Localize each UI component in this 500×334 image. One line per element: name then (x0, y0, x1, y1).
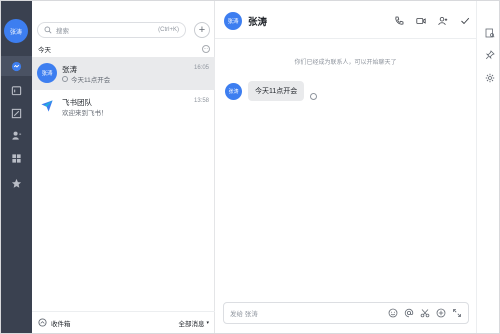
nav-contacts-icon[interactable] (1, 125, 32, 145)
unread-status-icon (62, 76, 68, 82)
header-actions (393, 15, 470, 26)
section-header: 今天 ⋯ (38, 44, 210, 54)
caret-down-icon: ▾ (206, 319, 209, 326)
composer-input[interactable]: 发给 张涛 (230, 308, 388, 318)
search-icon (44, 26, 52, 34)
inbox-link[interactable]: 收件箱 (38, 318, 71, 328)
checkmark-icon[interactable] (459, 15, 470, 26)
chat-time: 13:58 (193, 98, 209, 104)
search-input[interactable]: 搜索 (Ctrl+K) (37, 22, 186, 38)
add-attachment-icon[interactable] (436, 308, 446, 318)
nav-docs-icon[interactable] (1, 103, 32, 123)
expand-icon[interactable] (452, 308, 462, 318)
composer-tools (388, 308, 462, 318)
message-avatar[interactable]: 张涛 (225, 82, 242, 100)
plus-icon: + (198, 23, 206, 36)
nav-rail: 张涛 (1, 1, 32, 333)
inbox-icon (38, 318, 47, 327)
conversation-avatar[interactable]: 张涛 (224, 12, 242, 30)
video-call-icon[interactable] (415, 15, 426, 26)
settings-gear-icon[interactable] (484, 72, 496, 84)
list-footer: 收件箱 全部消息 ▾ (32, 311, 215, 333)
user-avatar[interactable]: 张涛 (4, 19, 28, 43)
utility-sidebar (476, 1, 499, 333)
chat-avatar: 张涛 (37, 63, 57, 83)
inbox-label: 收件箱 (51, 320, 71, 328)
search-bar: 搜索 (Ctrl+K) + (37, 22, 218, 38)
mention-icon[interactable] (404, 308, 414, 318)
chat-preview: 今天11点开会 (62, 74, 110, 84)
message-filter-label: 全部消息 (178, 320, 205, 328)
message-bubble[interactable]: 今天11点开会 (248, 81, 305, 101)
section-title: 今天 (38, 47, 51, 54)
chat-preview-text: 今天11点开会 (71, 77, 111, 84)
phone-icon[interactable] (393, 15, 404, 26)
search-placeholder: 搜索 (56, 28, 69, 35)
message-row: 张涛 今天11点开会 (225, 81, 318, 101)
nav-favorites-icon[interactable] (1, 173, 32, 193)
chat-preview-text: 欢迎来到飞书！ (62, 110, 108, 117)
add-member-icon[interactable] (437, 15, 448, 26)
scissors-icon[interactable] (420, 308, 430, 318)
system-message: 你们已经成为联系人，可以开始聊天了 (294, 60, 397, 66)
conversation-header: 张涛 张涛 (215, 1, 476, 39)
chat-preview: 欢迎来到飞书！ (62, 107, 108, 117)
app-window: 张涛 搜索 (Ctrl+K) + 今天 ⋯ 张涛 张涛 16:05 今天11点开… (0, 0, 500, 334)
nav-workplace-icon[interactable] (1, 148, 32, 168)
chat-item[interactable]: 飞书团队 13:58 欢迎来到飞书！ (32, 90, 215, 123)
chat-item[interactable]: 张涛 张涛 16:05 今天11点开会 (32, 57, 215, 90)
nav-messages-icon[interactable] (1, 56, 32, 76)
search-shortcut: (Ctrl+K) (158, 27, 179, 33)
feishu-logo-icon (37, 96, 57, 116)
read-status-icon (310, 92, 318, 100)
chat-info-icon[interactable] (484, 27, 496, 39)
more-options-icon[interactable]: ⋯ (202, 45, 210, 53)
chat-list-panel: 搜索 (Ctrl+K) + 今天 ⋯ 张涛 张涛 16:05 今天11点开会 飞… (32, 1, 215, 333)
message-composer[interactable]: 发给 张涛 (223, 302, 469, 324)
pin-icon[interactable] (484, 49, 496, 61)
emoji-icon[interactable] (388, 308, 398, 318)
nav-calendar-icon[interactable] (1, 80, 32, 100)
conversation-panel: 张涛 张涛 你们已经成为联系人，可以开始聊天了 张涛 今天11点开会 发给 张涛 (215, 1, 476, 333)
add-button[interactable]: + (194, 22, 210, 38)
conversation-title[interactable]: 张涛 (248, 14, 267, 28)
chat-time: 16:05 (193, 65, 209, 71)
message-filter-dropdown[interactable]: 全部消息 ▾ (178, 318, 209, 328)
